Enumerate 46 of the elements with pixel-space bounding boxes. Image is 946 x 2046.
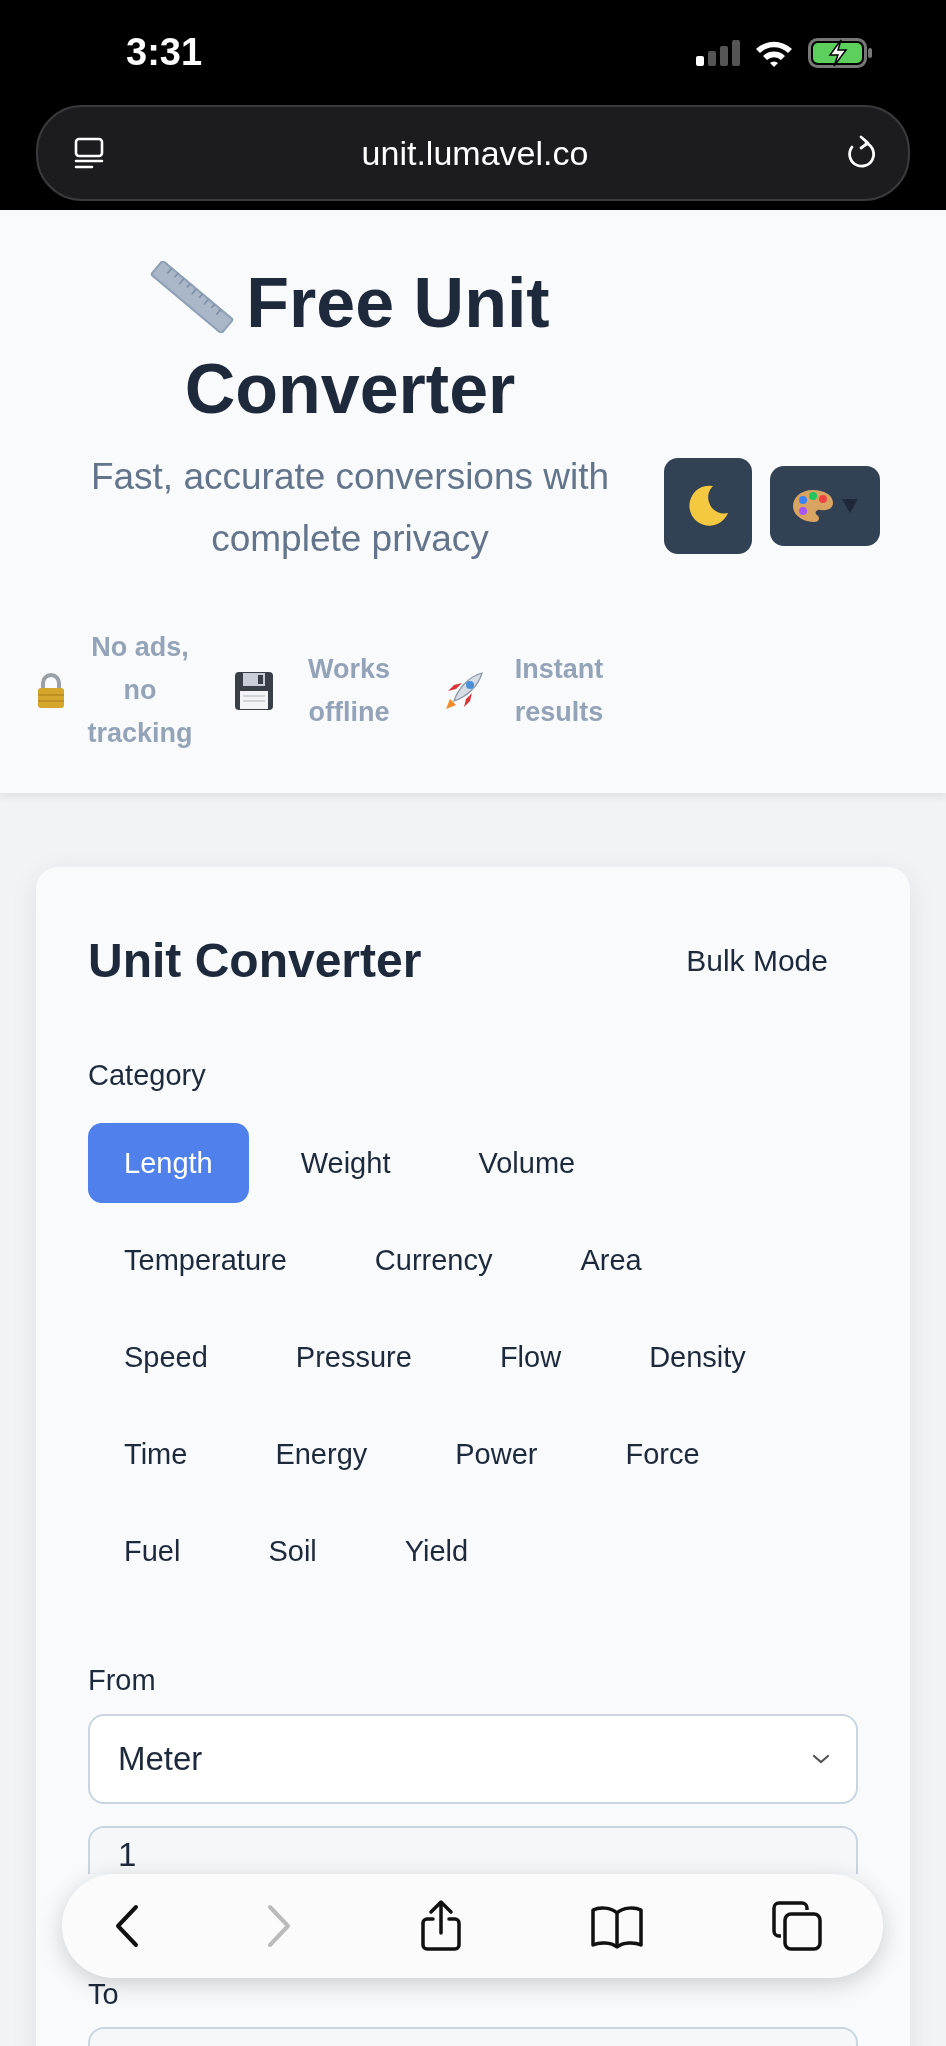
category-chip[interactable]: Volume [442, 1123, 612, 1203]
category-chip[interactable]: Fuel [88, 1511, 217, 1591]
card-title: Unit Converter [88, 933, 422, 988]
share-icon[interactable] [418, 1899, 463, 1953]
category-chip[interactable]: Currency [338, 1220, 529, 1300]
category-chip[interactable]: Area [544, 1220, 678, 1300]
theme-picker-button[interactable] [770, 466, 880, 546]
page-title: Free Unit Converter [70, 260, 630, 432]
dark-mode-button[interactable] [664, 458, 752, 554]
palette-icon [792, 488, 834, 524]
category-chip[interactable]: Flow [463, 1317, 598, 1397]
address-bar[interactable]: unit.lumavel.co [36, 105, 910, 201]
category-chip[interactable]: Time [88, 1414, 224, 1494]
category-chip[interactable]: Soil [232, 1511, 353, 1591]
category-chip[interactable]: Temperature [88, 1220, 323, 1300]
caret-icon [842, 499, 858, 513]
chevron-down-icon [812, 1754, 830, 1764]
back-icon[interactable] [114, 1904, 140, 1948]
category-chip[interactable]: Pressure [259, 1317, 448, 1397]
category-chip[interactable]: Speed [88, 1317, 244, 1397]
rocket-icon [444, 670, 484, 711]
subtitle: Fast, accurate conversions with complete privacy [89, 455, 611, 561]
tabs-icon[interactable] [771, 1900, 823, 1952]
bookmarks-icon[interactable] [588, 1903, 645, 1949]
category-chip[interactable]: Yield [368, 1511, 505, 1591]
category-chip[interactable]: Energy [239, 1414, 404, 1494]
reader-icon[interactable] [72, 136, 106, 170]
feature-label: Instant results [513, 652, 605, 729]
from-value-input[interactable]: 1 [88, 1826, 858, 1874]
category-chip[interactable]: Power [419, 1414, 574, 1494]
category-chip[interactable]: Length [88, 1123, 249, 1203]
category-chip[interactable]: Density [613, 1317, 782, 1397]
to-label: To [88, 1978, 120, 2011]
feature-label: Works offline [307, 652, 391, 729]
feature-label: No ads, no tracking [86, 631, 194, 750]
battery-charging-icon [808, 37, 874, 68]
category-label: Category [88, 1059, 207, 1092]
from-unit-select[interactable]: Meter [88, 1714, 858, 1804]
signal-icon [696, 39, 740, 66]
category-chip[interactable]: Weight [264, 1123, 427, 1203]
status-time: 3:31 [126, 31, 203, 74]
padlock-icon [36, 672, 66, 709]
bulk-mode-button[interactable]: Bulk Mode [656, 933, 858, 988]
category-chip[interactable]: Force [589, 1414, 736, 1494]
url-text: unit.lumavel.co [361, 133, 589, 173]
from-label: From [88, 1664, 157, 1697]
